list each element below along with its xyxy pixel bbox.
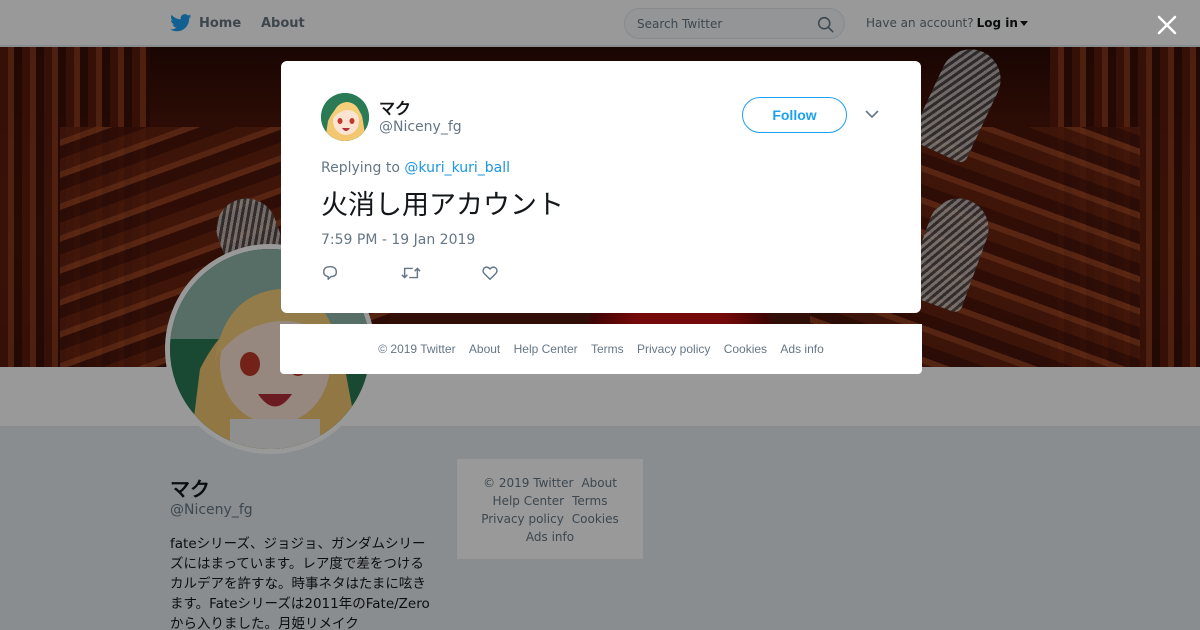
tweet-author-name[interactable]: マク [379,95,411,119]
modal-footer: © 2019 Twitter About Help Center Terms P… [280,324,922,374]
heart-icon [482,266,498,281]
retweet-action[interactable] [401,264,481,284]
tweet-timestamp[interactable]: 7:59 PM - 19 Jan 2019 [321,232,475,248]
footer-ads[interactable]: Ads info [780,342,823,356]
reply-icon [322,265,338,281]
anime-avatar-image [321,93,369,141]
close-icon[interactable] [1154,12,1180,38]
like-action[interactable] [481,264,561,284]
reply-action[interactable] [321,264,401,284]
footer-terms[interactable]: Terms [591,342,624,356]
replying-to-link[interactable]: @kuri_kuri_ball [404,160,510,176]
replying-to: Replying to @kuri_kuri_ball [321,160,510,176]
footer-about[interactable]: About [469,342,500,356]
footer-cookies[interactable]: Cookies [724,342,767,356]
footer-help[interactable]: Help Center [514,342,578,356]
footer-privacy[interactable]: Privacy policy [637,342,710,356]
tweet-avatar[interactable] [321,93,369,141]
tweet-text: 火消し用アカウント [321,190,564,221]
footer-copyright: © 2019 Twitter [378,342,456,356]
tweet-modal: マク @Niceny_fg Follow Replying to @kuri_k… [281,61,921,313]
chevron-down-icon[interactable] [865,109,879,119]
tweet-author-handle[interactable]: @Niceny_fg [379,119,462,135]
follow-button[interactable]: Follow [742,97,847,133]
replying-prefix: Replying to [321,160,400,176]
tweet-actions [321,264,561,284]
retweet-icon [401,267,421,279]
